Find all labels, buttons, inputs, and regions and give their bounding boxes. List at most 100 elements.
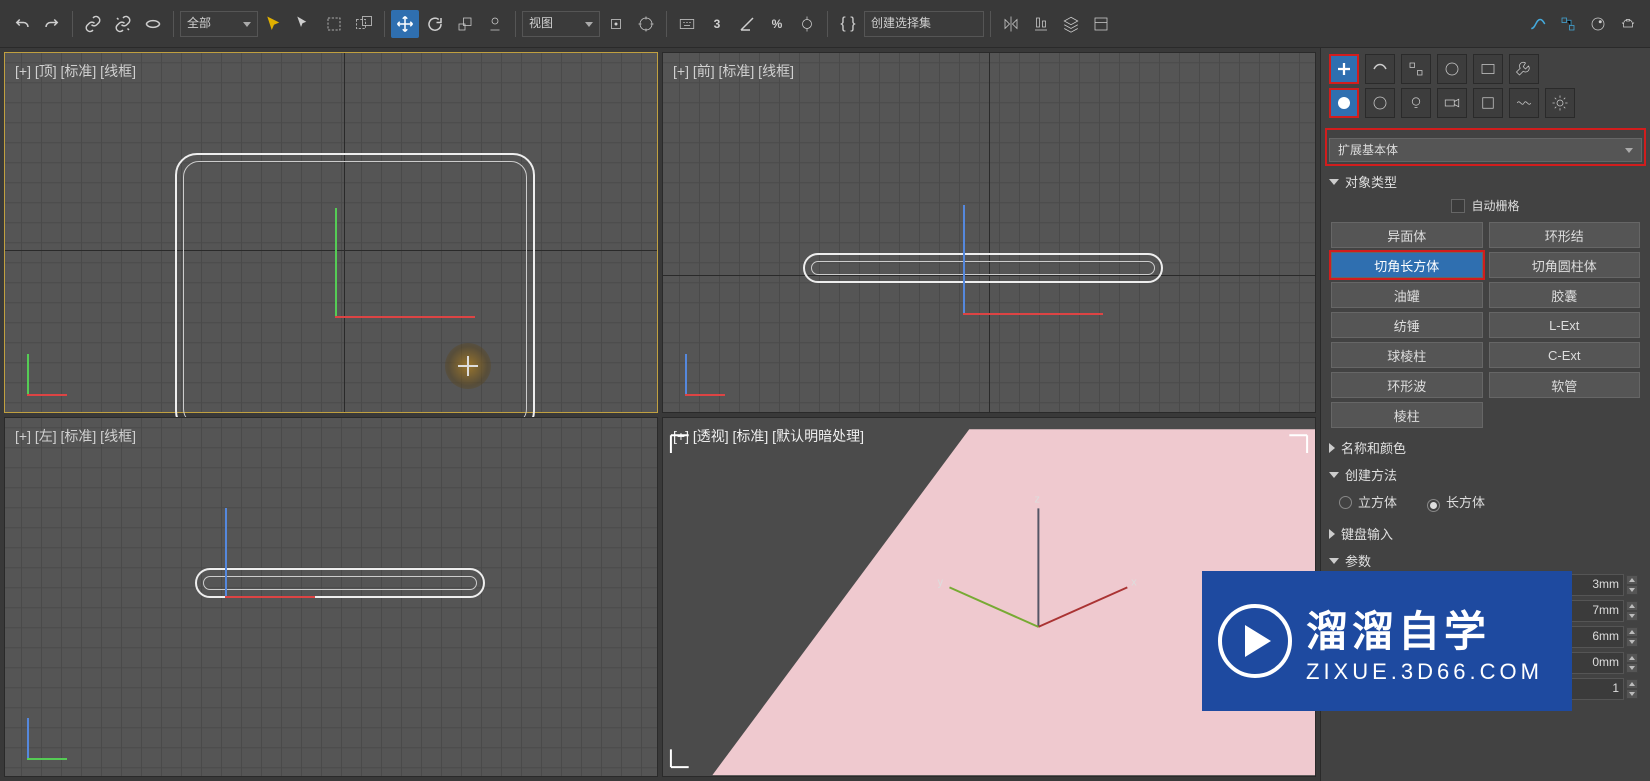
- viewport-label[interactable]: [+] [顶] [标准] [线框]: [15, 61, 136, 81]
- select-rectangle-button[interactable]: [320, 10, 348, 38]
- systems-category[interactable]: [1545, 88, 1575, 118]
- object-type-button[interactable]: 油罐: [1331, 282, 1483, 308]
- selection-filter-select[interactable]: 全部: [180, 11, 258, 37]
- select-rotate-button[interactable]: [421, 10, 449, 38]
- transform-gizmo[interactable]: [225, 498, 345, 598]
- lights-category[interactable]: [1401, 88, 1431, 118]
- spinner-up[interactable]: [1626, 627, 1638, 637]
- object-type-button[interactable]: C-Ext: [1489, 342, 1641, 368]
- viewport-left[interactable]: [+] [左] [标准] [线框]: [4, 417, 658, 778]
- toolbar-separator: [827, 11, 828, 37]
- plus-icon: [1335, 60, 1353, 78]
- select-manipulate-button[interactable]: [632, 10, 660, 38]
- radio-box[interactable]: 长方体: [1427, 492, 1485, 512]
- pivot-icon: [607, 15, 625, 33]
- toolbar-separator: [515, 11, 516, 37]
- helpers-category[interactable]: [1473, 88, 1503, 118]
- object-type-button[interactable]: 胶囊: [1489, 282, 1641, 308]
- percent-icon: %: [772, 17, 783, 31]
- unlink-button[interactable]: [109, 10, 137, 38]
- select-place-button[interactable]: [481, 10, 509, 38]
- object-type-button[interactable]: L-Ext: [1489, 312, 1641, 338]
- spinner-down[interactable]: [1626, 611, 1638, 621]
- align-button[interactable]: [1027, 10, 1055, 38]
- main-toolbar: 全部 视图 3 %: [0, 0, 1650, 48]
- curve-icon: [1529, 15, 1547, 33]
- modify-tab[interactable]: [1365, 54, 1395, 84]
- percent-snap-button[interactable]: %: [763, 10, 791, 38]
- redo-button[interactable]: [38, 10, 66, 38]
- spacewarps-category[interactable]: [1509, 88, 1539, 118]
- named-selection-input[interactable]: 创建选择集: [864, 11, 984, 37]
- toolbar-separator: [173, 11, 174, 37]
- autogrid-checkbox[interactable]: [1451, 199, 1465, 213]
- primitive-category-select[interactable]: 扩展基本体: [1329, 138, 1642, 162]
- cameras-category[interactable]: [1437, 88, 1467, 118]
- display-tab[interactable]: [1473, 54, 1503, 84]
- spinner-down[interactable]: [1626, 637, 1638, 647]
- rollout-object-type[interactable]: 对象类型: [1325, 166, 1646, 193]
- ref-coord-system-select[interactable]: 视图: [522, 11, 600, 37]
- layer-manager-button[interactable]: [1057, 10, 1085, 38]
- spinner-up[interactable]: [1626, 575, 1638, 585]
- object-type-button[interactable]: 切角圆柱体: [1489, 252, 1641, 278]
- object-type-button[interactable]: 切角长方体: [1331, 252, 1483, 278]
- curve-editor-button[interactable]: [1524, 10, 1552, 38]
- create-tab[interactable]: [1329, 54, 1359, 84]
- shapes-category[interactable]: [1365, 88, 1395, 118]
- object-type-button[interactable]: 软管: [1489, 372, 1641, 398]
- schematic-icon: [1559, 15, 1577, 33]
- select-scale-button[interactable]: [451, 10, 479, 38]
- object-type-button[interactable]: 纺锤: [1331, 312, 1483, 338]
- render-setup-button[interactable]: [1614, 10, 1642, 38]
- hierarchy-tab[interactable]: [1401, 54, 1431, 84]
- geometry-category[interactable]: [1329, 88, 1359, 118]
- rollout-keyboard[interactable]: 键盘输入: [1325, 518, 1646, 545]
- select-move-button[interactable]: [391, 10, 419, 38]
- rollout-creation-method[interactable]: 创建方法: [1325, 459, 1646, 486]
- edit-named-sel-button[interactable]: { }: [834, 10, 862, 38]
- gear-icon: [1551, 94, 1569, 112]
- move-icon: [396, 15, 414, 33]
- undo-button[interactable]: [8, 10, 36, 38]
- rollout-name-color[interactable]: 名称和颜色: [1325, 432, 1646, 459]
- ribbon-toggle-button[interactable]: [1087, 10, 1115, 38]
- undo-icon: [13, 15, 31, 33]
- spinner-snap-button[interactable]: [793, 10, 821, 38]
- spinner-down[interactable]: [1626, 585, 1638, 595]
- object-type-button[interactable]: 环形结: [1489, 222, 1641, 248]
- spinner-up[interactable]: [1626, 601, 1638, 611]
- bind-spacewarp-button[interactable]: [139, 10, 167, 38]
- transform-gizmo[interactable]: [963, 185, 1113, 315]
- object-type-button[interactable]: 环形波: [1331, 372, 1483, 398]
- viewport-label[interactable]: [+] [前] [标准] [线框]: [673, 61, 794, 81]
- spinner-down[interactable]: [1626, 663, 1638, 673]
- object-type-grid: 异面体环形结切角长方体切角圆柱体油罐胶囊纺锤L-Ext球棱柱C-Ext环形波软管…: [1325, 218, 1646, 432]
- mirror-button[interactable]: [997, 10, 1025, 38]
- use-pivot-center-button[interactable]: [602, 10, 630, 38]
- keyboard-shortcut-button[interactable]: [673, 10, 701, 38]
- spinner-up[interactable]: [1626, 679, 1638, 689]
- spinner-up[interactable]: [1626, 653, 1638, 663]
- object-type-button[interactable]: 异面体: [1331, 222, 1483, 248]
- snap-toggle-button[interactable]: 3: [703, 10, 731, 38]
- window-crossing-button[interactable]: [350, 10, 378, 38]
- spinner-down[interactable]: [1626, 689, 1638, 699]
- object-type-button[interactable]: 球棱柱: [1331, 342, 1483, 368]
- viewport-label[interactable]: [+] [左] [标准] [线框]: [15, 426, 136, 446]
- select-by-name-button[interactable]: [290, 10, 318, 38]
- angle-snap-button[interactable]: [733, 10, 761, 38]
- autogrid-row: 自动栅格: [1325, 193, 1646, 218]
- object-type-button[interactable]: 棱柱: [1331, 402, 1483, 428]
- viewport-top[interactable]: [+] [顶] [标准] [线框]: [4, 52, 658, 413]
- viewport-front[interactable]: [+] [前] [标准] [线框]: [662, 52, 1316, 413]
- radio-cube[interactable]: 立方体: [1339, 492, 1397, 512]
- rollout-params[interactable]: 参数: [1325, 545, 1646, 572]
- transform-gizmo[interactable]: [335, 188, 485, 318]
- motion-tab[interactable]: [1437, 54, 1467, 84]
- schematic-view-button[interactable]: [1554, 10, 1582, 38]
- select-object-button[interactable]: [260, 10, 288, 38]
- link-button[interactable]: [79, 10, 107, 38]
- material-editor-button[interactable]: [1584, 10, 1612, 38]
- utilities-tab[interactable]: [1509, 54, 1539, 84]
